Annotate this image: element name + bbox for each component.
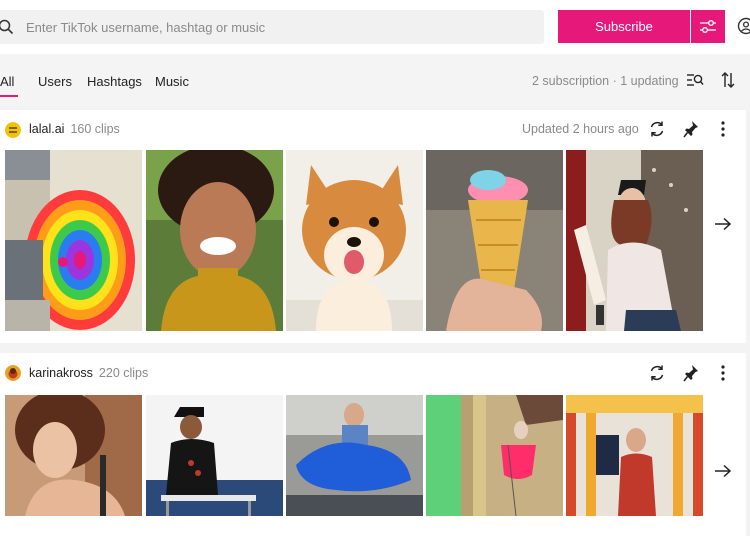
sliders-icon bbox=[700, 19, 716, 33]
sort-button[interactable] bbox=[720, 71, 736, 94]
clip-count: 220 clips bbox=[98, 366, 149, 380]
username-text: karinakross bbox=[29, 366, 93, 380]
more-vertical-icon bbox=[721, 121, 725, 137]
subscription-card: lalal.ai 160 clips Updated 2 hours ago bbox=[0, 110, 746, 343]
clip-thumbnail[interactable] bbox=[566, 395, 703, 516]
more-vertical-icon bbox=[721, 365, 725, 381]
cricket-bat-thumbnail bbox=[566, 150, 703, 331]
woman-portrait-thumbnail bbox=[5, 395, 142, 516]
updated-time: Updated 2 hours ago bbox=[522, 122, 639, 136]
tab-all[interactable]: All bbox=[0, 74, 14, 89]
more-options-button[interactable] bbox=[718, 364, 728, 387]
clip-count: 160 clips bbox=[70, 122, 120, 136]
arrow-right-icon bbox=[715, 464, 732, 478]
pin-button[interactable] bbox=[683, 120, 699, 143]
username-text: lalal.ai bbox=[29, 122, 65, 136]
tabs-bar: All Users Hashtags Music 2 subscription … bbox=[0, 54, 750, 106]
clip-thumbnail[interactable] bbox=[146, 150, 283, 331]
sort-icon bbox=[721, 72, 735, 88]
avatar bbox=[5, 365, 21, 381]
smiling-woman-thumbnail bbox=[146, 150, 283, 331]
search-bar[interactable] bbox=[0, 10, 544, 44]
next-arrow-button[interactable] bbox=[714, 217, 732, 236]
ice-cream-thumbnail bbox=[426, 150, 563, 331]
tab-hashtags[interactable]: Hashtags bbox=[87, 74, 142, 89]
pin-icon bbox=[683, 365, 698, 382]
avatar bbox=[5, 122, 21, 138]
subscription-card: karinakross 220 clips bbox=[0, 353, 746, 536]
arrow-right-icon bbox=[715, 217, 732, 231]
search-icon bbox=[0, 19, 14, 35]
refresh-button[interactable] bbox=[648, 120, 666, 143]
username[interactable]: lalal.ai 160 clips bbox=[29, 122, 120, 136]
clip-thumbnail[interactable] bbox=[286, 150, 423, 331]
tab-users[interactable]: Users bbox=[38, 74, 72, 89]
clip-thumbnail[interactable] bbox=[146, 395, 283, 516]
clip-thumbnail[interactable] bbox=[426, 150, 563, 331]
stage-man-thumbnail bbox=[566, 395, 703, 516]
username[interactable]: karinakross 220 clips bbox=[29, 366, 148, 380]
account-icon bbox=[737, 17, 750, 35]
search-input[interactable] bbox=[24, 18, 508, 36]
refresh-icon bbox=[650, 365, 664, 381]
pin-button[interactable] bbox=[683, 364, 699, 387]
next-arrow-button[interactable] bbox=[714, 464, 732, 483]
list-search-icon bbox=[687, 74, 704, 86]
tab-music[interactable]: Music bbox=[155, 74, 189, 89]
clip-thumbnail[interactable] bbox=[286, 395, 423, 516]
pin-icon bbox=[683, 121, 698, 138]
clip-thumbnail[interactable] bbox=[426, 395, 563, 516]
rainbow-spiral-thumbnail bbox=[5, 150, 142, 331]
more-options-button[interactable] bbox=[718, 120, 728, 143]
clip-thumbnail[interactable] bbox=[5, 395, 142, 516]
list-search-button[interactable] bbox=[686, 72, 704, 93]
blue-tarp-thumbnail bbox=[286, 395, 423, 516]
subscription-status: 2 subscription · 1 updating bbox=[532, 74, 679, 88]
shiba-dog-thumbnail bbox=[286, 150, 423, 331]
refresh-icon bbox=[650, 121, 664, 137]
account-button[interactable] bbox=[737, 17, 750, 40]
man-cap-thumbnail bbox=[146, 395, 283, 516]
clip-thumbnail[interactable] bbox=[566, 150, 703, 331]
clip-thumbnail[interactable] bbox=[5, 150, 142, 331]
refresh-button[interactable] bbox=[648, 364, 666, 387]
filter-settings-button[interactable] bbox=[691, 10, 725, 43]
pink-bucket-thumbnail bbox=[426, 395, 563, 516]
subscribe-button[interactable]: Subscribe bbox=[558, 10, 690, 43]
active-tab-indicator bbox=[0, 95, 18, 97]
